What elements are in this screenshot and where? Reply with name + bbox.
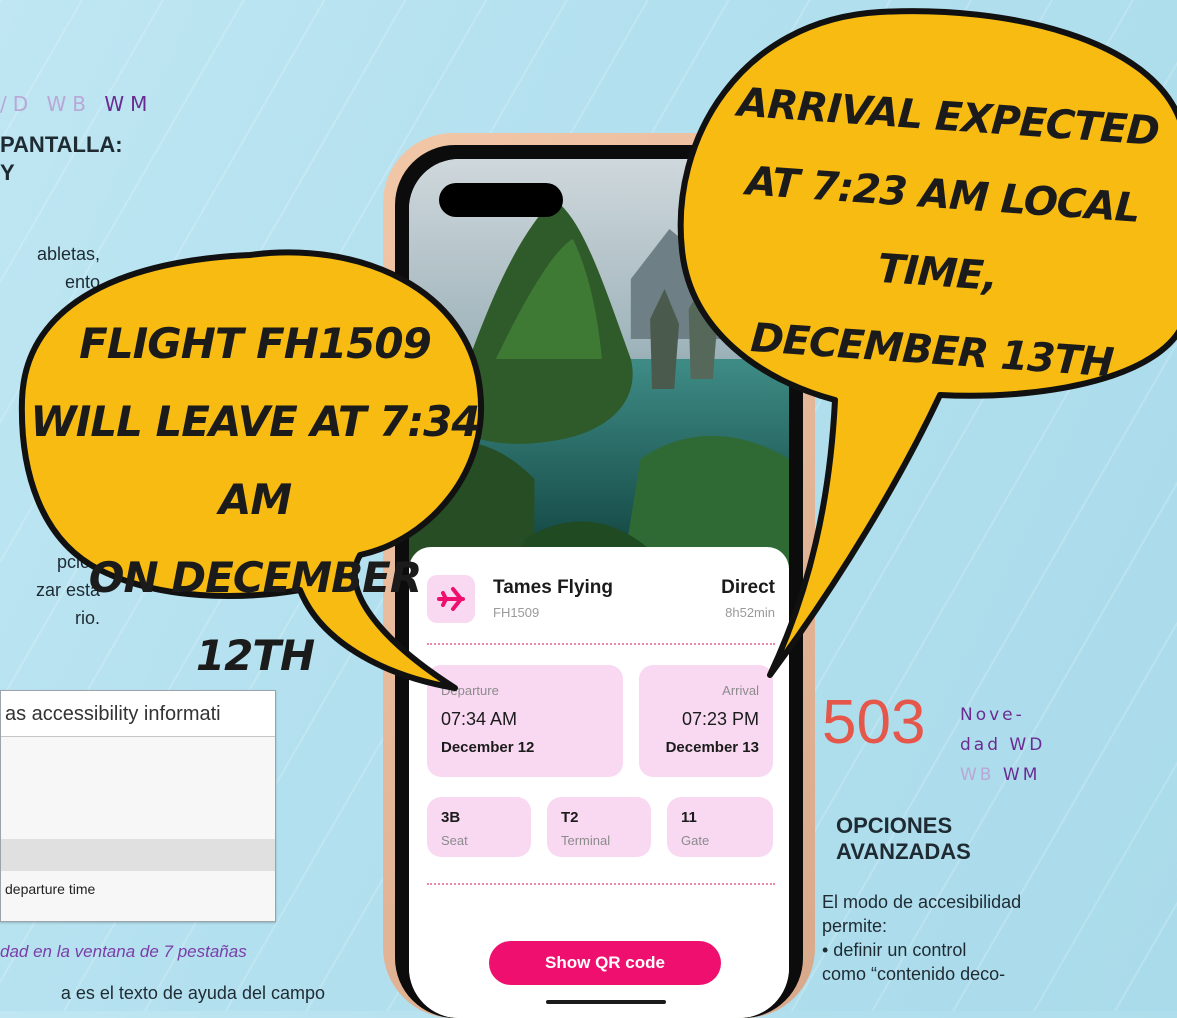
dialog-screenshot: as accessibility informati departure tim… [0,690,276,922]
right-title-line-2: AVANZADAS [836,839,971,864]
right-body-line: permite: [822,916,888,936]
tag-line-2: dad WD [960,735,1046,755]
dialog-header-band [1,839,275,871]
right-body-text: El modo de accesibilidad permite: • defi… [822,890,1052,986]
flight-code: FH1509 [493,605,540,620]
right-title-line-1: OPCIONES [836,813,953,838]
dialog-search-field: as accessibility informati [1,691,275,737]
terminal-value: T2 [561,809,579,826]
show-qr-code-button[interactable]: Show QR code [489,941,721,985]
seat-label: Seat [441,833,468,848]
terminal-box: T2 Terminal [547,797,651,857]
right-bubble-text: ARRIVAL EXPECTED AT 7:23 AM LOCAL TIME, … [680,61,1177,407]
left-bubble-text: FLIGHT FH1509 WILL LEAVE AT 7:34 AM ON D… [30,305,480,695]
gate-label: Gate [681,833,710,848]
novedad-tags: /D WB WM [0,92,153,116]
left-body-line: abletas, [36,244,100,264]
arrival-time: 07:23 PM [681,709,759,729]
left-bottom-line: a es el texto de ayuda del campo [60,983,325,1003]
left-bubble-line: ON DECEMBER 12TH [88,553,422,680]
tag-line-1: Nove- [960,705,1025,725]
dotted-divider [427,883,775,885]
right-body-line: • definir un control [822,940,967,960]
arrival-label: Arrival [722,683,759,698]
right-body-line: como “contenido deco- [822,964,1006,984]
left-bubble-line: FLIGHT FH1509 [79,319,432,368]
left-section-title: PANTALLA: Y [0,131,123,187]
gate-value: 11 [681,809,697,826]
tags-wm: WM [104,92,154,116]
right-section-title: OPCIONES AVANZADAS [836,813,971,865]
tag-wb: WB [960,765,995,785]
left-body-line: ento [64,272,100,292]
arrival-box: Arrival 07:23 PM December 13 [639,665,773,777]
departure-date: December 12 [441,739,535,756]
arrival-date: December 13 [665,739,759,756]
home-indicator [546,1000,666,1004]
seat-box: 3B Seat [427,797,531,857]
flight-duration: 8h52min [725,605,775,620]
seat-value: 3B [441,809,461,826]
novedad-tags-right: Nove- dad WD WB WM [960,700,1045,790]
right-body-line: El modo de accesibilidad [822,892,1022,912]
novedad-number: 503 [822,688,926,757]
tag-line-3: WB WM [960,760,1045,790]
dialog-row-text: departure time [5,881,96,897]
airline-name: Tames Flying [493,577,614,598]
flight-type: Direct [721,577,775,598]
departure-time: 07:34 AM [441,709,518,729]
tags-prefix: /D WB [0,92,92,116]
figure-caption: dad en la ventana de 7 pestañas [0,942,247,961]
dynamic-island [439,183,563,217]
gate-box: 11 Gate [667,797,773,857]
terminal-label: Terminal [561,833,611,848]
left-bubble-line: WILL LEAVE AT 7:34 AM [30,397,480,524]
left-title-line-2: Y [0,160,15,185]
tag-wm: WM [1002,765,1041,785]
left-title-line-1: PANTALLA: [0,132,123,157]
